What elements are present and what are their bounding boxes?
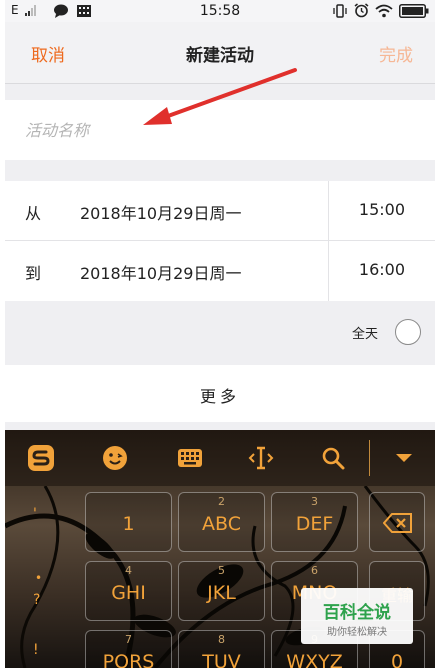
key-ghi[interactable]: 4 GHI xyxy=(85,561,172,621)
key-1[interactable]: 1 xyxy=(85,492,172,552)
key-mno-sub: 6 xyxy=(311,564,318,577)
symbol-key[interactable]: ! xyxy=(33,642,39,658)
key-ghi-main: GHI xyxy=(111,582,146,604)
done-button[interactable]: 完成 xyxy=(379,41,413,66)
more-button[interactable]: 更多 xyxy=(5,365,435,422)
start-time[interactable]: 15:00 xyxy=(359,200,405,219)
vibrate-icon xyxy=(333,3,347,18)
symbol-key: • xyxy=(35,571,43,585)
watermark-title: 百科全说 xyxy=(323,603,391,623)
key-def[interactable]: 3 DEF xyxy=(271,492,358,552)
toolbar-divider xyxy=(369,440,370,476)
start-date[interactable]: 2018年10月29日周一 xyxy=(80,200,241,224)
keyboard-toolbar xyxy=(5,430,435,486)
backspace-key[interactable] xyxy=(369,492,425,552)
key-def-main: DEF xyxy=(295,513,334,535)
watermark-badge: 百科全说 助你轻松解决 xyxy=(301,588,413,644)
date-time-section: 从 2018年10月29日周一 15:00 到 2018年10月29日周一 16… xyxy=(5,181,435,301)
key-1-main: 1 xyxy=(122,513,135,535)
keyboard-icon[interactable] xyxy=(176,444,204,472)
new-event-screen: E 15:58 取消 新建活动 完成 活动名称 从 2018年10月29日周一 … xyxy=(5,0,435,668)
status-bar: E 15:58 xyxy=(5,0,435,22)
battery-icon xyxy=(399,3,429,18)
key-jkl-sub: 5 xyxy=(218,564,225,577)
search-icon[interactable] xyxy=(319,444,347,472)
status-right-icons xyxy=(332,3,429,18)
symbol-key[interactable]: ' xyxy=(33,506,37,522)
backspace-icon xyxy=(383,513,412,533)
annotation-arrow-icon xyxy=(143,68,297,125)
all-day-radio[interactable] xyxy=(395,319,421,345)
key-pqrs-sub: 7 xyxy=(125,633,132,646)
symbol-key[interactable]: ? xyxy=(33,592,40,608)
key-0-label: 0 xyxy=(390,651,404,668)
wifi-icon xyxy=(375,4,393,17)
end-time[interactable]: 16:00 xyxy=(359,260,405,279)
key-def-sub: 3 xyxy=(311,495,318,508)
key-abc[interactable]: 2 ABC xyxy=(178,492,265,552)
key-wxyz-main: WXYZ xyxy=(286,651,343,668)
key-tuv[interactable]: 8 TUV xyxy=(178,630,265,668)
cursor-icon[interactable] xyxy=(247,444,275,472)
key-jkl[interactable]: 5 JKL xyxy=(178,561,265,621)
key-abc-main: ABC xyxy=(202,513,241,535)
key-tuv-main: TUV xyxy=(202,651,241,668)
column-divider xyxy=(328,181,329,301)
end-row: 到 2018年10月29日周一 16:00 xyxy=(5,241,435,301)
key-tuv-sub: 8 xyxy=(218,633,225,646)
all-day-row: 全天 xyxy=(5,314,435,350)
key-pqrs[interactable]: 7 PQRS xyxy=(85,630,172,668)
key-pqrs-main: PQRS xyxy=(102,651,155,668)
sogou-logo-icon[interactable] xyxy=(27,444,55,472)
key-jkl-main: JKL xyxy=(207,582,236,604)
start-label: 从 xyxy=(25,204,42,223)
end-date[interactable]: 2018年10月29日周一 xyxy=(80,260,241,284)
collapse-icon[interactable] xyxy=(390,444,418,472)
key-abc-sub: 2 xyxy=(218,495,225,508)
key-ghi-sub: 4 xyxy=(125,564,132,577)
watermark-subtitle: 助你轻松解决 xyxy=(327,627,387,638)
emoji-icon[interactable] xyxy=(101,444,129,472)
end-label: 到 xyxy=(25,264,42,283)
all-day-label: 全天 xyxy=(351,327,378,342)
more-label: 更多 xyxy=(199,387,240,406)
alarm-icon xyxy=(354,3,369,18)
start-row: 从 2018年10月29日周一 15:00 xyxy=(5,181,435,241)
